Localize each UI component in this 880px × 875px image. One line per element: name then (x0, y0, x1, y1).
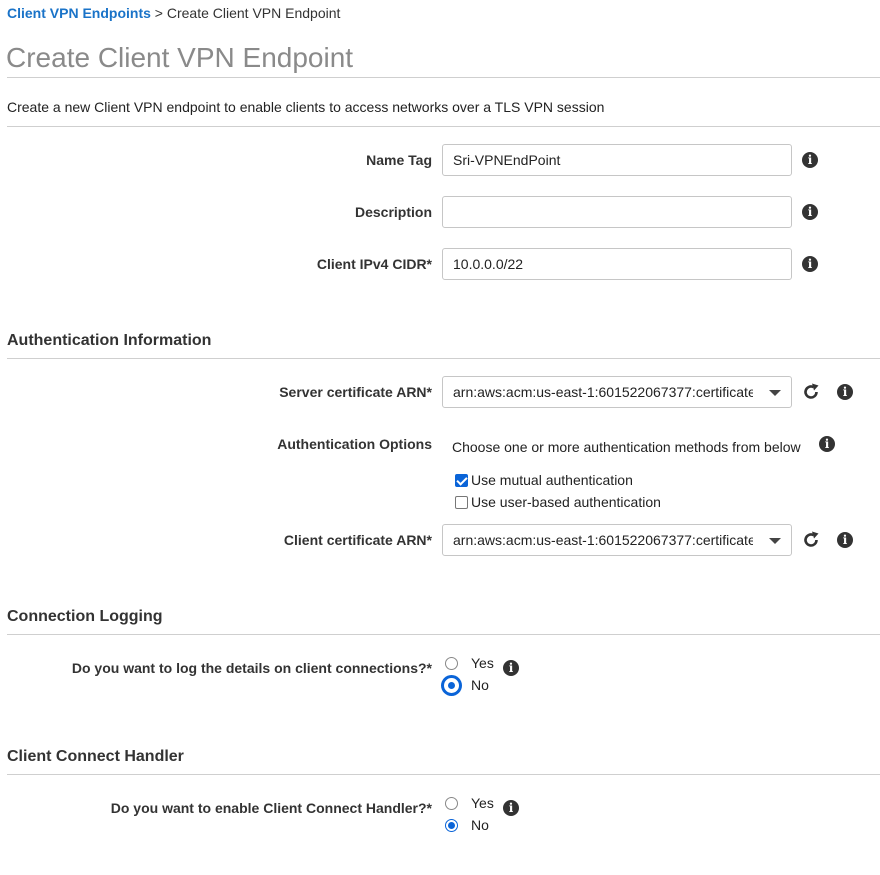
connect-handler-yes-radio[interactable] (445, 796, 458, 810)
client-cidr-input[interactable] (442, 248, 792, 280)
refresh-icon[interactable] (801, 382, 821, 402)
logging-yes-radio[interactable] (445, 656, 458, 670)
info-icon[interactable]: i (503, 800, 519, 816)
mutual-authentication-checkbox[interactable] (455, 473, 468, 487)
breadcrumb-current: Create Client VPN Endpoint (166, 5, 341, 21)
client-cert-label: Client certificate ARN* (283, 532, 432, 548)
info-icon[interactable]: i (503, 660, 519, 676)
info-icon[interactable]: i (802, 204, 818, 220)
connect-handler-no-label: No (471, 817, 489, 833)
logging-yes-option[interactable]: Yes (445, 655, 494, 671)
user-based-authentication-label: Use user-based authentication (471, 494, 661, 510)
client-cidr-label: Client IPv4 CIDR* (316, 256, 432, 272)
description-input[interactable] (442, 196, 792, 228)
info-icon[interactable]: i (802, 256, 818, 272)
page-title: Create Client VPN Endpoint (6, 42, 354, 73)
server-cert-value: arn:aws:acm:us-east-1:601522067377:certi… (453, 384, 753, 400)
connect-handler-question: Do you want to enable Client Connect Han… (110, 800, 432, 816)
client-cert-select[interactable]: arn:aws:acm:us-east-1:601522067377:certi… (442, 524, 792, 556)
logging-no-option[interactable]: No (444, 677, 489, 693)
description-label: Description (354, 204, 432, 220)
page-subtitle: Create a new Client VPN endpoint to enab… (7, 99, 605, 115)
authentication-options-hint: Choose one or more authentication method… (452, 439, 801, 455)
breadcrumb-separator: > (154, 5, 163, 21)
authentication-options-label: Authentication Options (277, 436, 432, 452)
section-title-authentication: Authentication Information (7, 332, 212, 349)
mutual-authentication-option[interactable]: Use mutual authentication (455, 472, 633, 488)
divider (7, 126, 880, 127)
info-icon[interactable]: i (819, 436, 835, 452)
info-icon[interactable]: i (837, 384, 853, 400)
chevron-down-icon (769, 390, 781, 396)
connect-handler-no-radio[interactable] (445, 818, 458, 832)
chevron-down-icon (769, 538, 781, 544)
mutual-authentication-label: Use mutual authentication (471, 472, 633, 488)
logging-question: Do you want to log the details on client… (71, 660, 432, 676)
divider (7, 77, 880, 78)
server-cert-select[interactable]: arn:aws:acm:us-east-1:601522067377:certi… (442, 376, 792, 408)
logging-yes-label: Yes (471, 655, 494, 671)
info-icon[interactable]: i (837, 532, 853, 548)
logging-no-radio[interactable] (444, 677, 459, 693)
divider (7, 774, 880, 775)
section-title-client-connect-handler: Client Connect Handler (7, 748, 184, 765)
divider (7, 358, 880, 359)
connect-handler-no-option[interactable]: No (445, 817, 489, 833)
name-tag-label: Name Tag (366, 152, 432, 168)
refresh-icon[interactable] (801, 530, 821, 550)
user-based-authentication-checkbox[interactable] (455, 495, 468, 509)
logging-no-label: No (471, 677, 489, 693)
connect-handler-yes-option[interactable]: Yes (445, 795, 494, 811)
info-icon[interactable]: i (802, 152, 818, 168)
name-tag-input[interactable] (442, 144, 792, 176)
server-cert-label: Server certificate ARN* (279, 384, 432, 400)
connect-handler-yes-label: Yes (471, 795, 494, 811)
breadcrumb-link-client-vpn-endpoints[interactable]: Client VPN Endpoints (7, 5, 151, 21)
client-cert-value: arn:aws:acm:us-east-1:601522067377:certi… (453, 532, 753, 548)
divider (7, 634, 880, 635)
breadcrumb: Client VPN Endpoints > Create Client VPN… (7, 5, 340, 21)
section-title-connection-logging: Connection Logging (7, 608, 163, 625)
user-based-authentication-option[interactable]: Use user-based authentication (455, 494, 661, 510)
